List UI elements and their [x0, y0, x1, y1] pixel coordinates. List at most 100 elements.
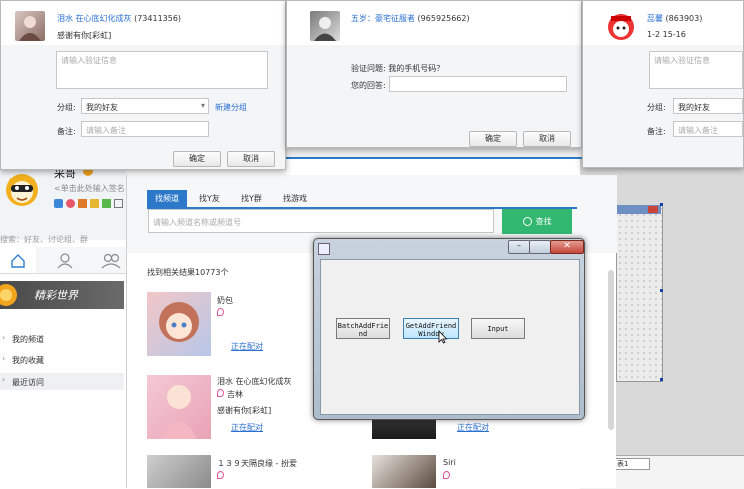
group-select[interactable]: 我的好友: [673, 98, 743, 114]
search-button-label: 查找: [535, 217, 552, 226]
add-friend-dialog-3: 蕊馨 (863903) 1-2 15-16 请输入验证信息 分组: 我的好友 备…: [582, 0, 744, 168]
user-signature[interactable]: <单击此处输入签名: [54, 183, 126, 194]
result-avatar[interactable]: [147, 375, 211, 439]
chevron-right-icon: ›: [2, 333, 6, 342]
add-friend-dialog-1: 泪水 在心底幻化成灰 (73411356) 感谢有你[彩虹] 请输入验证信息 分…: [0, 0, 286, 170]
nav-item-favorites[interactable]: › 我的收藏: [0, 352, 124, 368]
group-select-value: 我的好友: [678, 103, 710, 112]
result-name[interactable]: Siri: [443, 458, 456, 467]
designer-form: [616, 205, 663, 382]
dropdown-arrow-icon: ▾: [200, 101, 205, 110]
resize-handle[interactable]: [660, 203, 663, 206]
banner-title: 精彩世界: [34, 289, 78, 302]
friend-name[interactable]: 五岁：豪宅征服者 (965925662): [351, 13, 470, 24]
world-banner[interactable]: 精彩世界: [0, 281, 124, 309]
verify-message-input[interactable]: 请输入验证信息: [56, 51, 268, 89]
ok-button[interactable]: 确定: [173, 151, 221, 167]
result-count: 找到相关结果10773个: [147, 268, 229, 277]
group-select-value: 我的好友: [86, 103, 118, 112]
tab-find-channel[interactable]: 找频道: [147, 190, 187, 207]
friend-subtitle: 1-2 15-16: [647, 30, 686, 39]
nav-label: 我的收藏: [12, 356, 44, 365]
remark-label: 备注:: [57, 127, 76, 136]
result-name[interactable]: １３９天隔良缘 - 扮爱: [217, 458, 297, 469]
main-tabs: [0, 247, 126, 274]
channel-search-input[interactable]: 请输入频道名称或频道号: [148, 209, 494, 233]
results-scrollbar[interactable]: [608, 270, 614, 430]
chevron-right-icon: ›: [2, 375, 6, 384]
location-pin-icon: [443, 471, 450, 479]
friend-name[interactable]: 蕊馨 (863903): [647, 13, 702, 24]
tool-window: – ✕ BatchAddFriend GetAddFriendWindow In…: [313, 238, 585, 420]
answer-input[interactable]: [389, 76, 567, 92]
location-pin-icon: [217, 308, 224, 316]
home-tab-icon[interactable]: [0, 247, 36, 273]
maximize-button[interactable]: [529, 240, 551, 254]
cancel-button[interactable]: 取消: [523, 131, 571, 147]
level-icon[interactable]: [78, 199, 87, 208]
group-label: 分组:: [647, 103, 666, 112]
location-pin-icon: [217, 471, 224, 479]
result-location: 吉林: [227, 390, 243, 399]
friend-name[interactable]: 泪水 在心底幻化成灰 (73411356): [57, 13, 181, 24]
close-icon: ✕: [563, 241, 571, 251]
vip-icon[interactable]: [90, 199, 99, 208]
tab-find-friend[interactable]: 找Y友: [199, 190, 220, 207]
verify-message-input[interactable]: 请输入验证信息: [649, 51, 743, 89]
app-icon: [318, 243, 330, 255]
remark-input[interactable]: 请输入备注: [81, 121, 209, 137]
friend-avatar: [606, 11, 636, 41]
result-pairing-link[interactable]: 正在配对: [231, 341, 263, 352]
add-friend-dialog-2: 五岁：豪宅征服者 (965925662) 验证问题: 我的手机号码？ 您的回答:…: [286, 0, 582, 148]
chevron-right-icon: ›: [2, 354, 6, 363]
user-avatar[interactable]: [2, 168, 42, 208]
friend-message: 感谢有你[彩虹]: [57, 31, 112, 40]
result-name[interactable]: 奶包: [217, 295, 233, 306]
tag-icon[interactable]: [102, 199, 111, 208]
get-add-friend-window-button[interactable]: GetAddFriendWindow: [403, 318, 459, 339]
result-pairing-link[interactable]: 正在配对: [457, 422, 489, 433]
result-name[interactable]: 泪水 在心底幻化成灰: [217, 376, 292, 387]
nav-item-recent[interactable]: › 最近访问: [0, 373, 124, 390]
game-icon[interactable]: [54, 199, 63, 208]
remark-input[interactable]: 请输入备注: [673, 121, 743, 137]
answer-label: 您的回答:: [351, 81, 386, 90]
result-avatar[interactable]: [372, 455, 436, 488]
resize-handle[interactable]: [660, 378, 663, 381]
contact-search[interactable]: 搜索：好友、讨论组、群: [0, 234, 88, 245]
tab-find-game[interactable]: 找游戏: [283, 190, 307, 207]
nav-label: 我的频道: [12, 335, 44, 344]
group-label: 分组:: [57, 103, 76, 112]
result-avatar[interactable]: [147, 292, 211, 356]
qq-main-panel: 采哥 <单击此处输入签名 搜索：好友、讨论组、群 精彩世界 › 我的频道 › 我…: [0, 150, 126, 488]
close-button[interactable]: ✕: [550, 240, 584, 254]
designer-close-icon[interactable]: [648, 206, 658, 213]
contacts-tab-icon[interactable]: [50, 247, 80, 273]
cancel-button[interactable]: 取消: [227, 151, 275, 167]
status-icons-row: [54, 199, 124, 209]
friend-avatar: [15, 11, 45, 41]
nav-item-channels[interactable]: › 我的频道: [0, 331, 124, 347]
search-icon: [522, 217, 532, 226]
ok-button[interactable]: 确定: [469, 131, 517, 147]
heart-icon[interactable]: [66, 199, 75, 208]
tab-find-group[interactable]: 找Y群: [241, 190, 262, 207]
new-group-link[interactable]: 新建分组: [215, 102, 247, 113]
groups-tab-icon[interactable]: [96, 247, 126, 273]
remark-label: 备注:: [647, 127, 666, 136]
friend-avatar: [310, 11, 340, 41]
result-avatar[interactable]: [147, 455, 211, 488]
mail-icon[interactable]: [114, 199, 123, 208]
search-button[interactable]: 查找: [502, 209, 572, 234]
minimize-button[interactable]: –: [508, 240, 530, 254]
input-button[interactable]: Input: [471, 318, 525, 339]
sheet-tab[interactable]: 表1: [614, 458, 650, 470]
result-desc: 感谢有你[彩虹]: [217, 406, 272, 415]
resize-handle[interactable]: [660, 289, 663, 292]
nav-label: 最近访问: [12, 378, 44, 387]
result-pairing-link[interactable]: 正在配对: [231, 422, 263, 433]
group-select[interactable]: 我的好友 ▾: [81, 98, 209, 114]
location-pin-icon: [217, 389, 224, 397]
batch-add-friend-button[interactable]: BatchAddFriend: [336, 318, 390, 339]
mouse-cursor-icon: [438, 329, 448, 344]
